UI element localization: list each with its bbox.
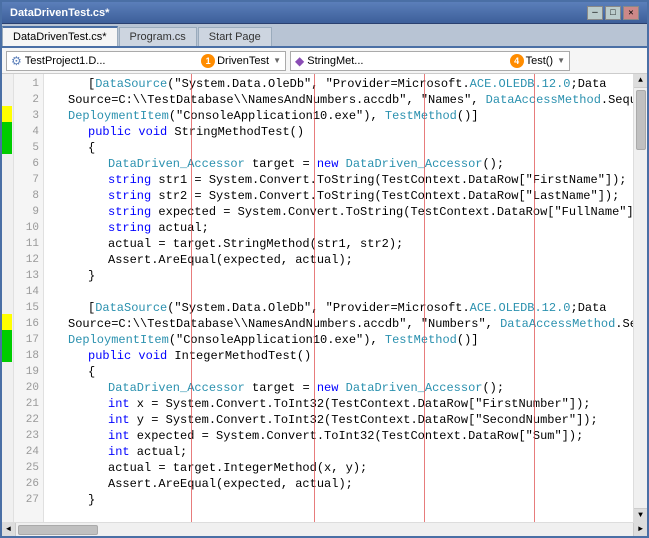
title-bar: DataDrivenTest.cs* ─ □ ✕ xyxy=(2,2,647,24)
yellow-indicator-1 xyxy=(2,106,12,122)
scroll-right-button[interactable]: ► xyxy=(633,523,647,537)
code-line-9: string expected = System.Convert.ToStrin… xyxy=(48,204,633,220)
hscroll-thumb[interactable] xyxy=(18,525,98,535)
code-line-16: Source=C:\\TestDatabase\\NamesAndNumbers… xyxy=(48,316,633,332)
code-line-7: string str1 = System.Convert.ToString(Te… xyxy=(48,172,633,188)
scroll-up-button[interactable]: ▲ xyxy=(634,74,648,88)
method-dropdown-arrow: ▼ xyxy=(557,56,565,65)
tab-bar: DataDrivenTest.cs* Program.cs Start Page xyxy=(2,24,647,48)
code-line-1: [DataSource("System.Data.OleDb", "Provid… xyxy=(48,76,633,92)
project-icon: ⚙ xyxy=(11,54,22,68)
close-button[interactable]: ✕ xyxy=(623,6,639,20)
code-line-11: actual = target.StringMethod(str1, str2)… xyxy=(48,236,633,252)
window-title: DataDrivenTest.cs* xyxy=(10,7,109,19)
method-dropdown[interactable]: ◆ StringMet... 4 Test() ▼ xyxy=(290,51,570,71)
tab-datadriventest-label: DataDrivenTest.cs* xyxy=(13,31,107,43)
tab-programcs[interactable]: Program.cs xyxy=(119,27,197,46)
code-line-22: int y = System.Convert.ToInt32(TestConte… xyxy=(48,412,633,428)
tab-startpage[interactable]: Start Page xyxy=(198,27,272,46)
maximize-button[interactable]: □ xyxy=(605,6,621,20)
method-dropdown-value: StringMet... xyxy=(307,55,507,67)
method-dropdown-suffix: Test() xyxy=(526,55,554,67)
vertical-scrollbar[interactable]: ▲ ▼ xyxy=(633,74,647,522)
green-indicator-1 xyxy=(2,122,12,138)
code-line-26: Assert.AreEqual(expected, actual); xyxy=(48,476,633,492)
code-line-6: DataDriven_Accessor target = new DataDri… xyxy=(48,156,633,172)
code-line-19: { xyxy=(48,364,633,380)
code-line-3: DeploymentItem("ConsoleApplication10.exe… xyxy=(48,108,633,124)
code-line-2: Source=C:\\TestDatabase\\NamesAndNumbers… xyxy=(48,92,633,108)
scroll-thumb[interactable] xyxy=(636,90,646,150)
dropdown-bar: ⚙ TestProject1.D... 1 DrivenTest ▼ ◆ Str… xyxy=(2,48,647,74)
green-indicator-2 xyxy=(2,138,12,154)
code-line-15: [DataSource("System.Data.OleDb", "Provid… xyxy=(48,300,633,316)
code-line-4: public void StringMethodTest() xyxy=(48,124,633,140)
marker-4: 4 xyxy=(510,54,524,68)
class-dropdown-value: TestProject1.D... xyxy=(25,55,199,67)
marker-1: 1 xyxy=(201,54,215,68)
code-area[interactable]: [DataSource("System.Data.OleDb", "Provid… xyxy=(44,74,633,522)
code-line-21: int x = System.Convert.ToInt32(TestConte… xyxy=(48,396,633,412)
code-line-8: string str2 = System.Convert.ToString(Te… xyxy=(48,188,633,204)
horizontal-scrollbar[interactable]: ◄ ► xyxy=(2,522,647,536)
code-line-27: } xyxy=(48,492,633,508)
code-line-23: int expected = System.Convert.ToInt32(Te… xyxy=(48,428,633,444)
code-line-24: int actual; xyxy=(48,444,633,460)
code-line-18: public void IntegerMethodTest() xyxy=(48,348,633,364)
indicator-gutter xyxy=(2,74,14,522)
green-indicator-3 xyxy=(2,330,12,346)
tab-programcs-label: Program.cs xyxy=(130,31,186,43)
line-numbers: 1 2 3 4 5 6 7 8 9 10 11 12 13 14 15 16 1… xyxy=(14,74,44,522)
code-line-14 xyxy=(48,284,633,300)
class-dropdown-arrow: ▼ xyxy=(273,56,281,65)
scroll-left-button[interactable]: ◄ xyxy=(2,523,16,537)
code-line-20: DataDriven_Accessor target = new DataDri… xyxy=(48,380,633,396)
tab-startpage-label: Start Page xyxy=(209,31,261,43)
code-line-25: actual = target.IntegerMethod(x, y); xyxy=(48,460,633,476)
code-line-13: } xyxy=(48,268,633,284)
yellow-indicator-2 xyxy=(2,314,12,330)
scroll-down-button[interactable]: ▼ xyxy=(634,508,648,522)
minimize-button[interactable]: ─ xyxy=(587,6,603,20)
green-indicator-4 xyxy=(2,346,12,362)
string-icon: ◆ xyxy=(295,54,304,68)
tab-datadriventest[interactable]: DataDrivenTest.cs* xyxy=(2,26,118,46)
code-line-17: DeploymentItem("ConsoleApplication10.exe… xyxy=(48,332,633,348)
class-dropdown-suffix: DrivenTest xyxy=(217,55,269,67)
code-line-12: Assert.AreEqual(expected, actual); xyxy=(48,252,633,268)
code-line-10: string actual; xyxy=(48,220,633,236)
code-line-5: { xyxy=(48,140,633,156)
class-dropdown[interactable]: ⚙ TestProject1.D... 1 DrivenTest ▼ xyxy=(6,51,286,71)
window: DataDrivenTest.cs* ─ □ ✕ DataDrivenTest.… xyxy=(0,0,649,538)
editor: 1 2 3 4 5 6 7 8 9 10 11 12 13 14 15 16 1… xyxy=(2,74,647,522)
